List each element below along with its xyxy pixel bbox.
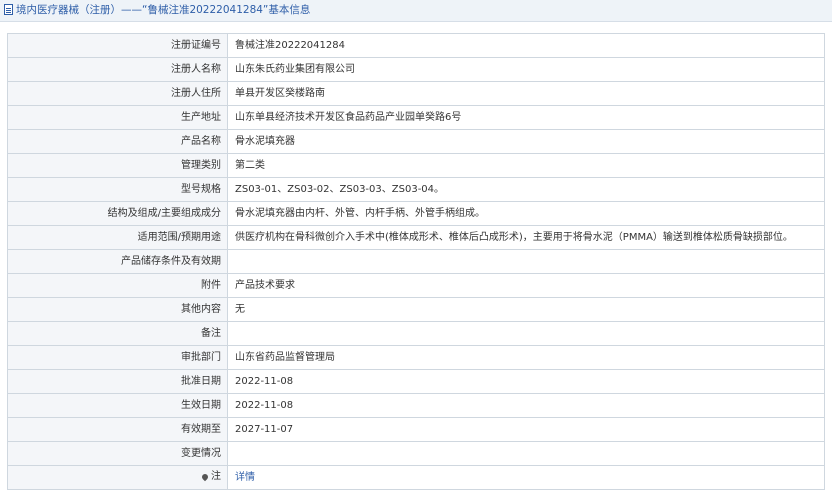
page-title: 境内医疗器械（注册）——“鲁械注准20222041284”基本信息	[16, 4, 311, 16]
row-label: 结构及组成/主要组成成分	[7, 201, 228, 226]
table-row: 生效日期 2022-11-08	[7, 393, 825, 418]
row-label: 适用范围/预期用途	[7, 225, 228, 250]
row-value: 第二类	[227, 153, 825, 178]
row-value	[227, 441, 825, 466]
row-label: 生效日期	[7, 393, 228, 418]
page-header: 境内医疗器械（注册）——“鲁械注准20222041284”基本信息	[0, 0, 832, 22]
row-value: 山东单县经济技术开发区食品药品产业园单癸路6号	[227, 105, 825, 130]
row-label: 型号规格	[7, 177, 228, 202]
row-label: 批准日期	[7, 369, 228, 394]
row-value: 骨水泥填充器由内杆、外管、内杆手柄、外管手柄组成。	[227, 201, 825, 226]
table-row: 变更情况	[7, 441, 825, 466]
row-value: 产品技术要求	[227, 273, 825, 298]
detail-link[interactable]: 详情	[235, 472, 255, 483]
row-label: 附件	[7, 273, 228, 298]
row-label: 注册人住所	[7, 81, 228, 106]
table-row: 生产地址 山东单县经济技术开发区食品药品产业园单癸路6号	[7, 105, 825, 130]
row-label: 管理类别	[7, 153, 228, 178]
row-value: 2022-11-08	[227, 393, 825, 418]
table-row: 备注	[7, 321, 825, 346]
row-label: 备注	[7, 321, 228, 346]
row-value: 2022-11-08	[227, 369, 825, 394]
table-row: 适用范围/预期用途 供医疗机构在骨科微创介入手术中(椎体成形术、椎体后凸成形术)…	[7, 225, 825, 250]
note-label-cell: 注	[7, 465, 228, 490]
info-table-container: 注册证编号 鲁械注准20222041284 注册人名称 山东朱氏药业集团有限公司…	[7, 33, 825, 490]
row-value: 山东省药品监督管理局	[227, 345, 825, 370]
row-value: ZS03-01、ZS03-02、ZS03-03、ZS03-04。	[227, 177, 825, 202]
note-row: 注 详情	[7, 465, 825, 490]
table-row: 审批部门 山东省药品监督管理局	[7, 345, 825, 370]
table-row: 注册人名称 山东朱氏药业集团有限公司	[7, 57, 825, 82]
table-row: 其他内容 无	[7, 297, 825, 322]
row-label: 注册人名称	[7, 57, 228, 82]
note-value-cell: 详情	[227, 465, 825, 490]
table-row: 注册人住所 单县开发区癸楼路南	[7, 81, 825, 106]
row-label: 生产地址	[7, 105, 228, 130]
row-label: 其他内容	[7, 297, 228, 322]
row-value: 2027-11-07	[227, 417, 825, 442]
row-label: 变更情况	[7, 441, 228, 466]
pin-icon	[200, 472, 210, 482]
row-value: 骨水泥填充器	[227, 129, 825, 154]
table-row: 管理类别 第二类	[7, 153, 825, 178]
row-value: 供医疗机构在骨科微创介入手术中(椎体成形术、椎体后凸成形术)，主要用于将骨水泥（…	[227, 225, 825, 250]
row-value	[227, 321, 825, 346]
table-row: 注册证编号 鲁械注准20222041284	[7, 33, 825, 58]
row-value: 山东朱氏药业集团有限公司	[227, 57, 825, 82]
table-row: 型号规格 ZS03-01、ZS03-02、ZS03-03、ZS03-04。	[7, 177, 825, 202]
note-label-text: 注	[211, 471, 221, 482]
table-row: 产品储存条件及有效期	[7, 249, 825, 274]
document-icon	[4, 4, 13, 15]
row-value	[227, 249, 825, 274]
row-label: 产品储存条件及有效期	[7, 249, 228, 274]
note-label: 注	[200, 471, 221, 483]
table-row: 结构及组成/主要组成成分 骨水泥填充器由内杆、外管、内杆手柄、外管手柄组成。	[7, 201, 825, 226]
row-label: 注册证编号	[7, 33, 228, 58]
info-table: 注册证编号 鲁械注准20222041284 注册人名称 山东朱氏药业集团有限公司…	[7, 33, 825, 490]
table-row: 批准日期 2022-11-08	[7, 369, 825, 394]
row-label: 产品名称	[7, 129, 228, 154]
row-label: 审批部门	[7, 345, 228, 370]
table-row: 附件 产品技术要求	[7, 273, 825, 298]
table-row: 有效期至 2027-11-07	[7, 417, 825, 442]
row-value: 单县开发区癸楼路南	[227, 81, 825, 106]
table-row: 产品名称 骨水泥填充器	[7, 129, 825, 154]
row-label: 有效期至	[7, 417, 228, 442]
row-value: 鲁械注准20222041284	[227, 33, 825, 58]
row-value: 无	[227, 297, 825, 322]
